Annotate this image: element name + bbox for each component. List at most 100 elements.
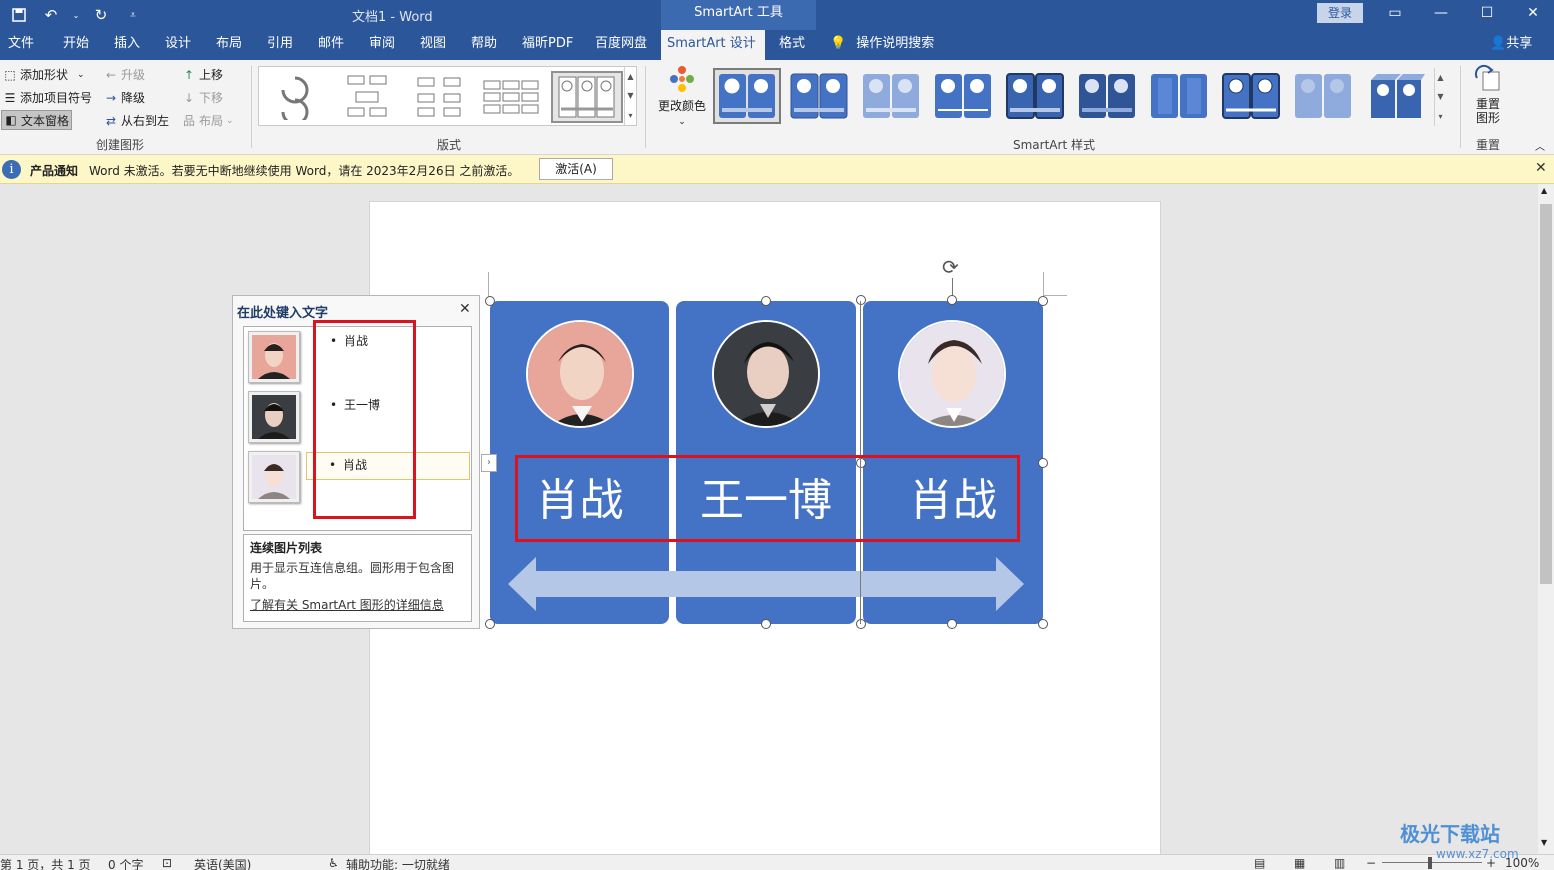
style-thumb-3[interactable] xyxy=(857,68,925,124)
style-thumb-1[interactable] xyxy=(713,68,781,124)
layout-button[interactable]: 品布局 ⌄ xyxy=(182,112,234,129)
scroll-down-icon[interactable]: ▼ xyxy=(627,91,633,100)
layout-thumb-continuous-picture-list[interactable] xyxy=(551,71,623,123)
text-pane-toggle-icon[interactable]: › xyxy=(481,454,497,472)
shape-handle[interactable] xyxy=(947,619,957,629)
proofing-icon[interactable]: ⊡ xyxy=(162,856,172,870)
portrait-photo-3[interactable] xyxy=(898,320,1006,428)
resize-handle[interactable] xyxy=(1038,296,1048,306)
layout-thumb-process[interactable] xyxy=(335,71,399,123)
style-thumb-10[interactable] xyxy=(1361,68,1429,124)
scroll-up-icon[interactable]: ▲ xyxy=(627,72,633,81)
collapse-ribbon-icon[interactable]: ︿ xyxy=(1535,138,1545,153)
maximize-icon[interactable]: ☐ xyxy=(1464,2,1510,26)
vertical-scrollbar[interactable]: ▲ ▼ xyxy=(1538,184,1554,854)
move-down-button[interactable]: ↓ 下移 xyxy=(182,89,223,106)
scrollbar-thumb[interactable] xyxy=(1540,204,1552,584)
share-button[interactable]: 👤共享 xyxy=(1490,30,1532,60)
tell-me-search[interactable]: 💡 操作说明搜索 xyxy=(830,30,934,60)
resize-handle[interactable] xyxy=(485,296,495,306)
layout-thumb-matrix[interactable] xyxy=(479,71,543,123)
layout-thumb-cycle[interactable] xyxy=(263,71,327,123)
undo-icon[interactable]: ↶ xyxy=(40,4,62,26)
add-bullet-label: 添加项目符号 xyxy=(20,91,93,105)
ribbon-display-icon[interactable]: ▭ xyxy=(1372,2,1418,26)
tab-format[interactable]: 格式 xyxy=(773,30,811,60)
customize-qa-icon[interactable]: ⩡ xyxy=(122,4,144,26)
style-thumb-5[interactable] xyxy=(1001,68,1069,124)
change-colors-button[interactable]: 更改颜色 ⌄ xyxy=(657,64,707,127)
minimize-icon[interactable]: — xyxy=(1418,2,1464,26)
tab-baidu-netdisk[interactable]: 百度网盘 xyxy=(589,30,653,60)
layout-thumb-hierarchy[interactable] xyxy=(407,71,471,123)
save-icon[interactable] xyxy=(8,4,30,26)
tab-insert[interactable]: 插入 xyxy=(108,30,146,60)
zoom-slider[interactable] xyxy=(1382,862,1482,863)
tab-review[interactable]: 审阅 xyxy=(363,30,401,60)
style-thumb-8[interactable] xyxy=(1217,68,1285,124)
resize-handle[interactable] xyxy=(761,296,771,306)
learn-more-link[interactable]: 了解有关 SmartArt 图形的详细信息 xyxy=(250,596,465,613)
tab-design[interactable]: 设计 xyxy=(159,30,197,60)
right-to-left-button[interactable]: ⇄ 从右到左 xyxy=(104,112,169,129)
tab-smartart-design[interactable]: SmartArt 设计 xyxy=(661,30,765,60)
portrait-photo-2[interactable] xyxy=(712,320,820,428)
resize-handle[interactable] xyxy=(1038,458,1048,468)
thumbnail-photo-2[interactable] xyxy=(248,391,300,443)
tab-mailings[interactable]: 邮件 xyxy=(312,30,350,60)
close-icon[interactable]: ✕ xyxy=(1510,2,1554,26)
notification-close-icon[interactable]: ✕ xyxy=(1535,160,1547,176)
text-pane-close-icon[interactable]: ✕ xyxy=(459,301,471,317)
redo-icon[interactable]: ↻ xyxy=(90,4,112,26)
add-bullet-button[interactable]: ☰ 添加项目符号 xyxy=(3,89,92,106)
shape-handle[interactable] xyxy=(947,295,957,305)
layout-gallery-scroll[interactable]: ▲ ▼ ▾ xyxy=(624,67,636,125)
login-button[interactable]: 登录 xyxy=(1317,3,1363,23)
web-layout-icon[interactable]: ▥ xyxy=(1334,856,1345,870)
resize-handle[interactable] xyxy=(761,619,771,629)
print-layout-icon[interactable]: ▦ xyxy=(1294,856,1305,870)
scroll-down-icon[interactable]: ▼ xyxy=(1437,92,1443,101)
page-count[interactable]: 第 1 页，共 1 页 xyxy=(0,856,91,870)
undo-dropdown-icon[interactable]: ⌄ xyxy=(72,4,80,26)
scroll-down-icon[interactable]: ▼ xyxy=(1541,838,1547,847)
tab-layout[interactable]: 布局 xyxy=(210,30,248,60)
gallery-expand-icon[interactable]: ▾ xyxy=(1438,112,1442,121)
zoom-out-icon[interactable]: − xyxy=(1366,856,1376,870)
resize-handle[interactable] xyxy=(485,619,495,629)
reset-graphic-button[interactable]: 重置图形 xyxy=(1470,64,1506,125)
gallery-expand-icon[interactable]: ▾ xyxy=(628,111,632,120)
language-status[interactable]: 英语(美国) xyxy=(194,856,251,870)
double-arrow-shape[interactable] xyxy=(508,557,1024,611)
move-up-button[interactable]: ↑ 上移 xyxy=(182,66,223,83)
thumbnail-photo-1[interactable] xyxy=(248,331,300,383)
demote-button[interactable]: → 降级 xyxy=(104,89,145,106)
portrait-photo-1[interactable] xyxy=(526,320,634,428)
tab-references[interactable]: 引用 xyxy=(261,30,299,60)
style-thumb-2[interactable] xyxy=(785,68,853,124)
scroll-up-icon[interactable]: ▲ xyxy=(1437,73,1443,82)
thumbnail-photo-3[interactable] xyxy=(248,451,300,503)
shape-handle[interactable] xyxy=(856,295,866,305)
scroll-up-icon[interactable]: ▲ xyxy=(1541,186,1547,195)
style-thumb-9[interactable] xyxy=(1289,68,1357,124)
style-thumb-7[interactable] xyxy=(1145,68,1213,124)
style-gallery-scroll[interactable]: ▲ ▼ ▾ xyxy=(1434,68,1446,126)
promote-button[interactable]: ← 升级 xyxy=(104,66,145,83)
tab-view[interactable]: 视图 xyxy=(414,30,452,60)
read-mode-icon[interactable]: ▤ xyxy=(1254,856,1265,870)
tab-foxit-pdf[interactable]: 福昕PDF xyxy=(516,30,579,60)
word-count[interactable]: 0 个字 xyxy=(108,856,143,870)
tab-file[interactable]: 文件 xyxy=(2,30,40,60)
activate-button[interactable]: 激活(A) xyxy=(539,158,613,180)
accessibility-status[interactable]: 辅助功能: 一切就绪 xyxy=(346,856,450,870)
resize-handle[interactable] xyxy=(1038,619,1048,629)
add-shape-button[interactable]: ⬚ 添加形状 ⌄ xyxy=(3,66,84,83)
rotate-handle-icon[interactable]: ⟳ xyxy=(942,255,966,279)
text-pane-button[interactable]: ◧ 文本窗格 xyxy=(1,110,73,130)
tab-help[interactable]: 帮助 xyxy=(465,30,503,60)
style-thumb-4[interactable] xyxy=(929,68,997,124)
shape-handle[interactable] xyxy=(856,619,866,629)
style-thumb-6[interactable] xyxy=(1073,68,1141,124)
tab-home[interactable]: 开始 xyxy=(57,30,95,60)
